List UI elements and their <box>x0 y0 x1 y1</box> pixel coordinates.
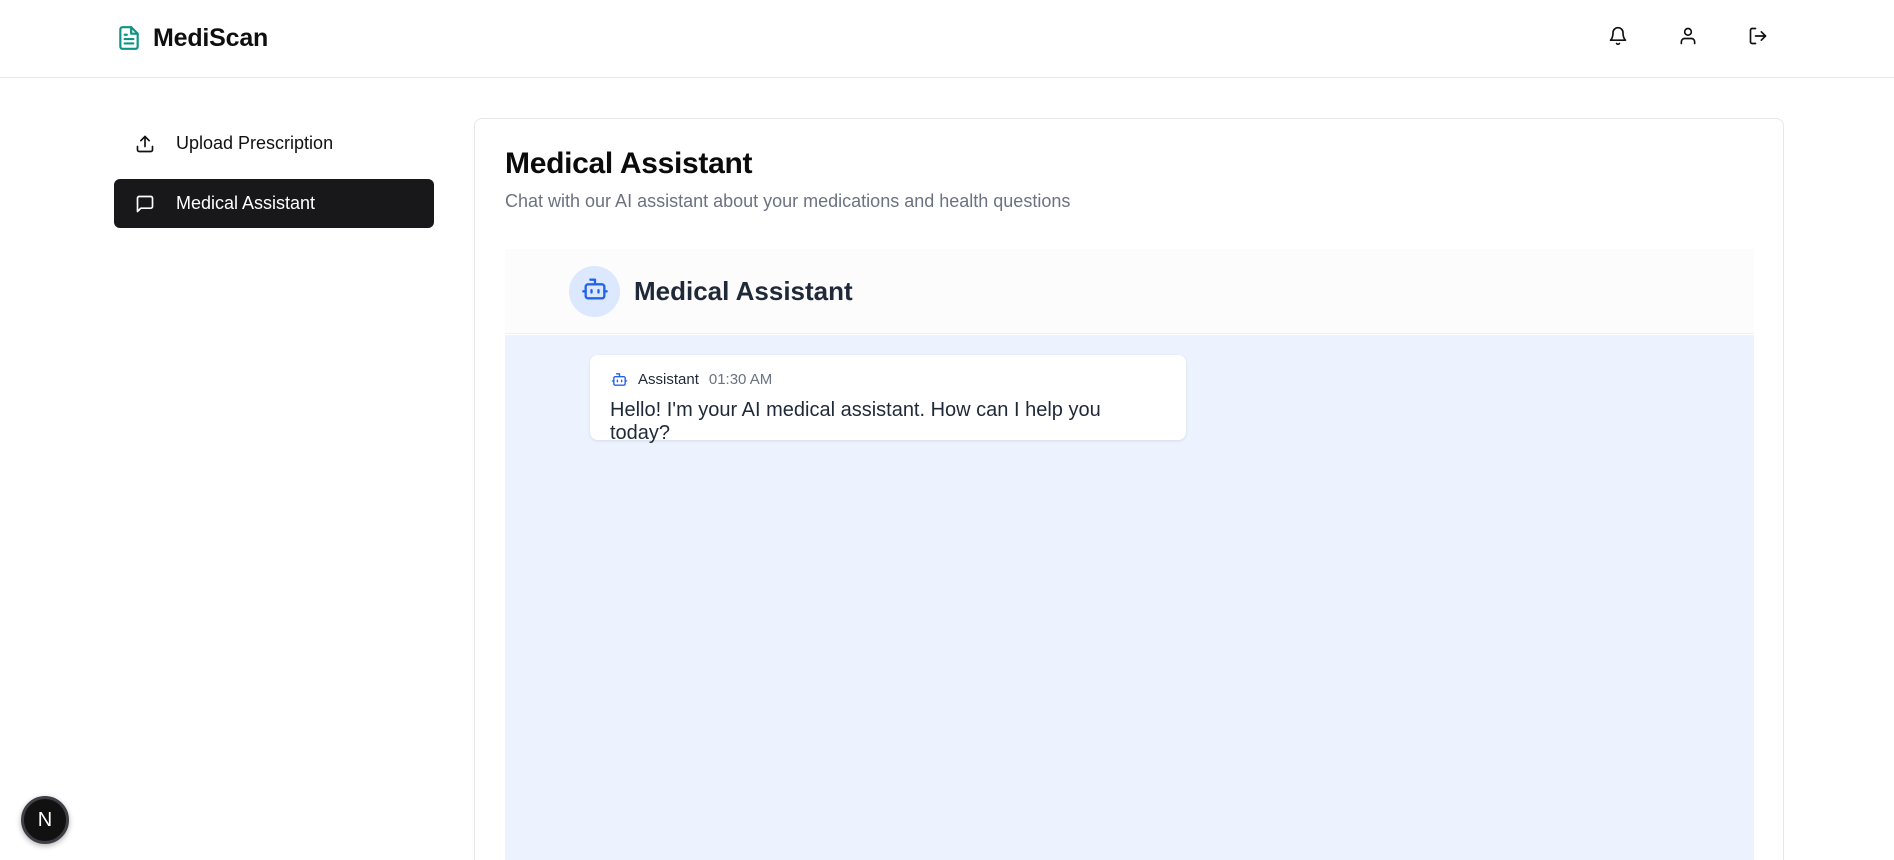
user-icon <box>1678 26 1698 51</box>
chat-title: Medical Assistant <box>634 275 853 306</box>
brand[interactable]: MediScan <box>115 22 268 54</box>
top-navbar: MediScan <box>0 0 1894 78</box>
dev-tools-badge[interactable]: N <box>21 796 69 844</box>
upload-icon <box>134 133 156 155</box>
message-text: Hello! I'm your AI medical assistant. Ho… <box>610 399 1101 444</box>
chat-messages[interactable]: Assistant 01:30 AM Hello! I'm your AI me… <box>505 335 1754 860</box>
sidebar-item-medical-assistant[interactable]: Medical Assistant <box>114 179 434 228</box>
dev-badge-label: N <box>37 808 53 831</box>
page-subtitle: Chat with our AI assistant about your me… <box>505 191 1071 211</box>
bot-icon <box>610 370 628 388</box>
message-sender: Assistant <box>638 370 699 388</box>
sidebar-item-label: Upload Prescription <box>176 133 334 153</box>
sidebar-item-upload-prescription[interactable]: Upload Prescription <box>114 119 434 168</box>
sidebar-item-label: Medical Assistant <box>176 193 316 213</box>
bell-icon <box>1608 26 1628 51</box>
header-actions <box>1600 20 1776 56</box>
message-square-icon <box>134 193 156 215</box>
bot-avatar <box>569 265 620 317</box>
message-timestamp: 01:30 AM <box>708 370 773 388</box>
page-title: Medical Assistant <box>505 147 753 180</box>
chat-header: Medical Assistant <box>505 249 1754 334</box>
notifications-button[interactable] <box>1600 20 1636 56</box>
message-meta: Assistant 01:30 AM <box>610 369 1166 389</box>
file-text-icon <box>115 22 143 54</box>
bot-icon <box>581 275 609 308</box>
logout-button[interactable] <box>1740 20 1776 56</box>
app-name: MediScan <box>153 23 269 52</box>
chat-panel: Medical Assistant Assistant 01:30 AM Hel… <box>505 249 1754 860</box>
sidebar: Upload Prescription Medical Assistant <box>114 119 434 239</box>
main-card: Medical Assistant Chat with our AI assis… <box>474 118 1784 860</box>
logout-icon <box>1748 26 1768 51</box>
assistant-message: Assistant 01:30 AM Hello! I'm your AI me… <box>590 355 1186 444</box>
profile-button[interactable] <box>1670 20 1706 56</box>
